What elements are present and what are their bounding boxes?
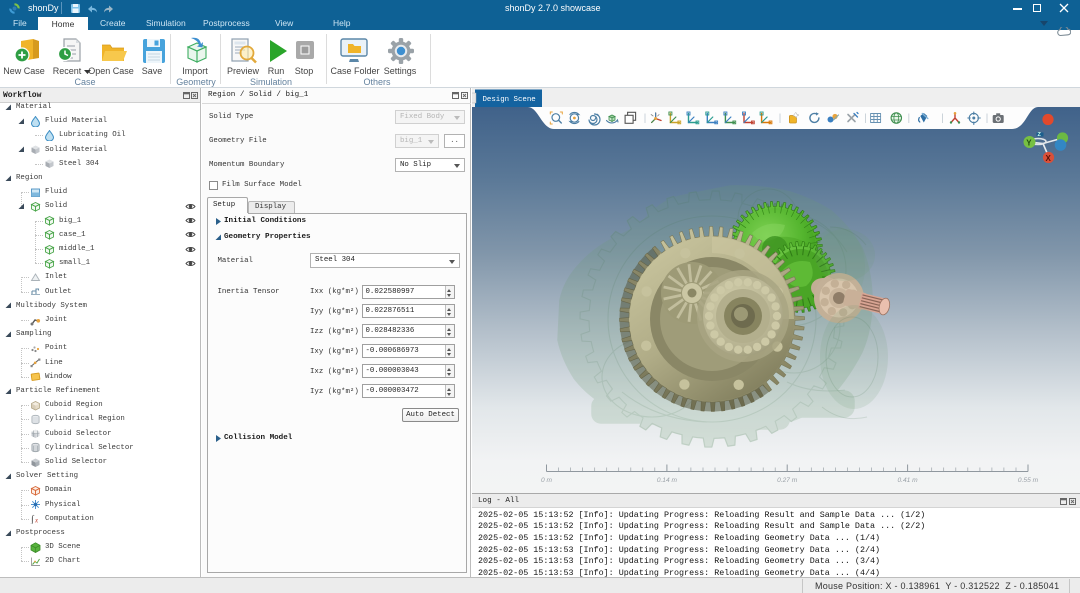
svg-text:Y: Y [1026, 139, 1032, 148]
svg-text:0.55 m: 0.55 m [1018, 477, 1039, 484]
svg-text:Design Scene: Design Scene [483, 96, 536, 104]
svg-text:0 m: 0 m [541, 477, 552, 484]
svg-text:0.14 m: 0.14 m [657, 477, 678, 484]
svg-text:0.41 m: 0.41 m [898, 477, 919, 484]
svg-text:x: x [34, 517, 39, 525]
svg-text:0.27 m: 0.27 m [777, 477, 798, 484]
svg-text:X: X [1046, 154, 1052, 163]
